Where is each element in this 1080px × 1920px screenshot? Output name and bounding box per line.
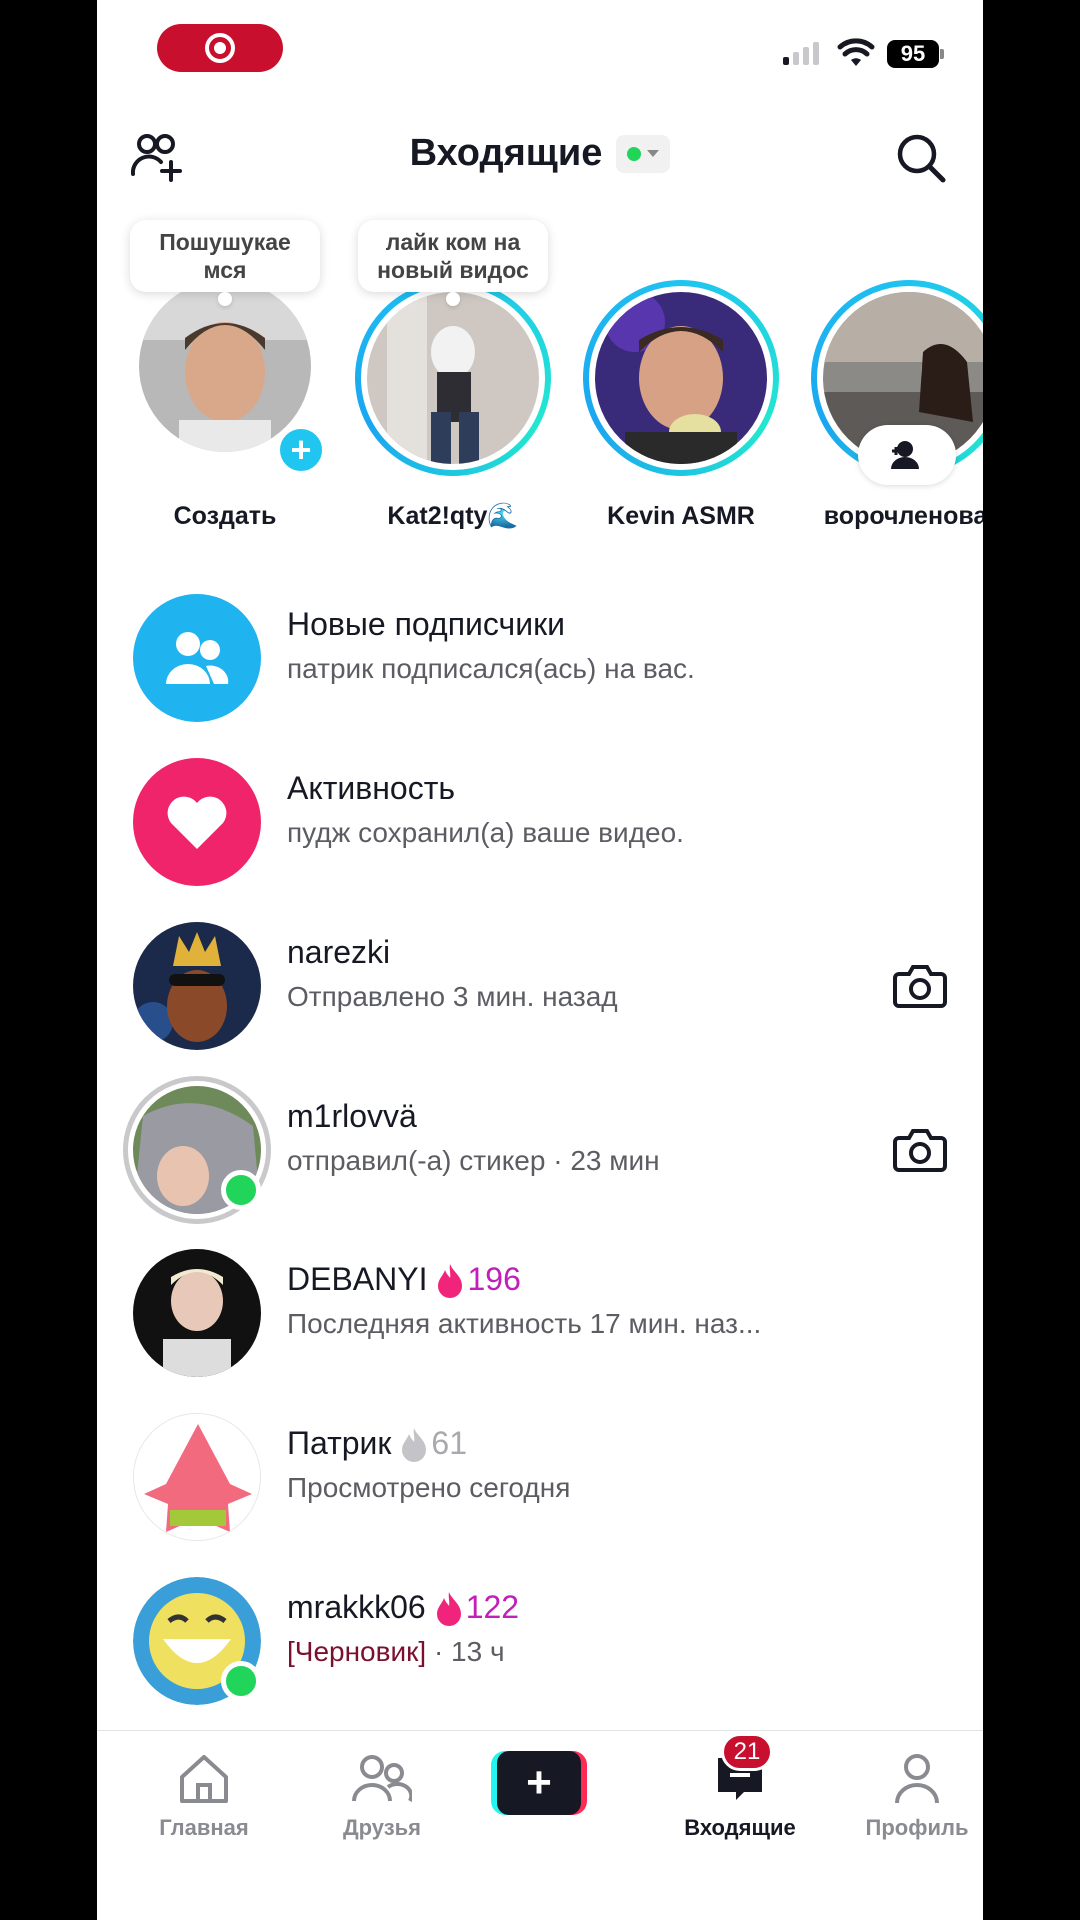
story-name: ворочленова. — [823, 502, 983, 530]
story-item[interactable]: лайк ком на новый видос Kat2!qty🌊 — [348, 220, 558, 540]
story-name: Kevin ASMR — [607, 502, 755, 530]
chat-row[interactable]: DEBANYI 196 Последняя активность 17 мин.… — [97, 1231, 983, 1381]
battery-icon: 95 — [887, 40, 939, 68]
avatar — [595, 292, 767, 464]
search-icon[interactable] — [895, 132, 947, 184]
row-subtitle: пудж сохранил(а) ваше видео. — [287, 817, 684, 848]
wifi-icon — [837, 38, 875, 66]
streak-badge: 196 — [435, 1261, 521, 1298]
profile-icon — [895, 1754, 939, 1804]
new-followers-row[interactable]: Новые подписчики патрик подписался(ась) … — [97, 576, 983, 726]
activity-row[interactable]: Активность пудж сохранил(а) ваше видео. — [97, 740, 983, 890]
chat-name: narezki — [287, 934, 391, 970]
chat-subtitle: Отправлено 3 мин. назад — [287, 981, 618, 1012]
tab-label: Главная — [159, 1815, 249, 1840]
avatar — [133, 1413, 261, 1541]
friends-icon — [352, 1755, 412, 1802]
story-item[interactable]: ворочленова. — [804, 220, 983, 540]
follow-user-button[interactable] — [858, 425, 956, 485]
create-video-button[interactable]: + — [491, 1751, 587, 1815]
chevron-down-icon — [647, 150, 660, 157]
story-note-bubble: лайк ком на новый видос — [358, 220, 548, 306]
chat-name-group: Патрик 61 — [287, 1425, 467, 1462]
streak-badge: 122 — [434, 1589, 519, 1626]
chat-name-group: mrakkk06 122 — [287, 1589, 519, 1626]
story-name: Создать — [173, 502, 277, 530]
bottom-tab-bar: Главная Друзья + Входящие 21 Профиль — [97, 1730, 983, 1920]
tab-label: Профиль — [865, 1815, 969, 1840]
chat-name: DEBANYI — [287, 1261, 428, 1297]
heart-icon — [133, 758, 261, 886]
tab-home[interactable]: Главная — [129, 1749, 279, 1841]
header-title-group: Входящие — [97, 132, 983, 175]
chat-subtitle: Просмотрено сегодня — [287, 1472, 571, 1503]
chat-row[interactable]: narezki Отправлено 3 мин. назад — [97, 904, 983, 1054]
story-note-bubble: Пошушукае мся — [130, 220, 320, 306]
home-icon — [180, 1755, 228, 1803]
chat-name: Патрик — [287, 1425, 392, 1461]
camera-icon[interactable] — [893, 1126, 947, 1174]
avatar — [133, 922, 261, 1050]
story-ring — [355, 280, 551, 476]
chat-name: m1rlovvä — [287, 1098, 417, 1134]
online-status-toggle[interactable] — [616, 134, 671, 173]
chat-subtitle: отправил(-а) стикер · 23 мин — [287, 1145, 660, 1176]
online-indicator — [221, 1170, 261, 1210]
inbox-screen: 95 Входящие Пошушукае мся + Создать лайк… — [97, 0, 983, 1920]
flame-icon — [436, 1591, 461, 1626]
chat-time: · 13 ч — [426, 1636, 505, 1667]
avatar — [367, 292, 539, 464]
chat-subtitle: Последняя активность 17 мин. наз... — [287, 1308, 762, 1339]
avatar — [133, 1249, 261, 1377]
streak-badge: 61 — [399, 1425, 467, 1462]
online-indicator — [221, 1661, 261, 1701]
followers-icon — [133, 594, 261, 722]
chat-name-group: DEBANYI 196 — [287, 1261, 521, 1298]
chat-row[interactable]: mrakkk06 122 [Черновик] · 13 ч — [97, 1559, 983, 1709]
tab-friends[interactable]: Друзья — [307, 1749, 457, 1841]
tab-label: Входящие — [684, 1815, 796, 1840]
add-user-icon — [891, 441, 919, 469]
row-title: Новые подписчики — [287, 606, 565, 642]
chat-subtitle-group: [Черновик] · 13 ч — [287, 1636, 505, 1668]
cellular-signal-icon — [783, 42, 819, 65]
tab-profile[interactable]: Профиль — [842, 1749, 983, 1841]
stories-row: Пошушукае мся + Создать лайк ком на новы… — [97, 220, 983, 540]
flame-icon — [402, 1427, 427, 1462]
story-ring — [583, 280, 779, 476]
chat-row[interactable]: m1rlovvä отправил(-а) стикер · 23 мин — [97, 1068, 983, 1224]
story-create[interactable]: Пошушукае мся + Создать — [120, 220, 330, 540]
row-title: Активность — [287, 770, 456, 806]
story-item[interactable]: Kevin ASMR — [576, 220, 786, 540]
camera-icon[interactable] — [893, 962, 947, 1010]
page-title: Входящие — [409, 132, 603, 174]
chat-name: mrakkk06 — [287, 1589, 426, 1625]
add-story-button[interactable]: + — [276, 425, 326, 475]
battery-cap — [940, 49, 944, 59]
row-subtitle: патрик подписался(ась) на вас. — [287, 653, 695, 684]
flame-icon — [438, 1263, 463, 1298]
inbox-unread-badge: 21 — [721, 1733, 773, 1771]
plus-icon: + — [497, 1751, 581, 1815]
draft-label: [Черновик] — [287, 1636, 427, 1667]
screen-recording-indicator[interactable] — [157, 24, 283, 72]
chat-row[interactable]: Патрик 61 Просмотрено сегодня — [97, 1395, 983, 1545]
tab-label: Друзья — [342, 1815, 422, 1840]
story-name: Kat2!qty🌊 — [387, 502, 519, 530]
